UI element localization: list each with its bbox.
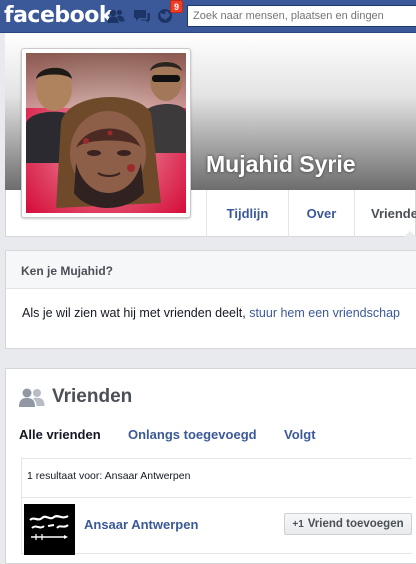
top-navigation-bar: facebook 9 [0, 0, 416, 33]
add-friend-label: Vriend toevoegen [307, 518, 404, 530]
profile-tabs: Tijdlijn Over Vrienden [206, 190, 416, 238]
add-friend-button[interactable]: +1 Vriend toevoegen [284, 513, 412, 535]
tab-onlangs-toegevoegd[interactable]: Onlangs toegevoegd [128, 427, 257, 442]
list-item: Ansaar Antwerpen +1 Vriend toevoegen [21, 497, 412, 555]
friend-requests-icon[interactable] [107, 8, 125, 24]
notification-count-badge: 9 [170, 0, 184, 13]
know-box-message: Als je wil zien wat hij met vrienden dee… [22, 306, 250, 320]
active-tab-indicator [403, 231, 416, 238]
profile-picture[interactable] [21, 48, 191, 218]
friends-section: Vrienden Alle vrienden Onlangs toegevoeg… [5, 368, 416, 564]
friends-title: Vrienden [52, 386, 133, 407]
search-input[interactable] [187, 5, 416, 27]
tab-vrienden[interactable]: Vrienden [354, 190, 416, 238]
send-friend-request-link[interactable]: stuur hem een vriendschap [249, 306, 400, 320]
profile-name: Mujahid Syrie [206, 151, 356, 177]
tab-alle-vrienden[interactable]: Alle vrienden [19, 427, 101, 442]
add-friend-icon: +1 [292, 519, 304, 530]
know-box-title: Ken je Mujahid? [6, 251, 416, 289]
tab-volgt[interactable]: Volgt [284, 427, 316, 442]
friend-name-link[interactable]: Ansaar Antwerpen [84, 517, 198, 532]
tab-over[interactable]: Over [288, 190, 354, 237]
know-box-text: Als je wil zien wat hij met vrienden dee… [6, 289, 416, 320]
friend-avatar[interactable] [24, 504, 75, 555]
tab-tijdlijn[interactable]: Tijdlijn [206, 190, 288, 237]
search-results-summary: 1 resultaat voor: Ansaar Antwerpen [21, 458, 412, 498]
friends-icon [19, 388, 45, 407]
messages-icon[interactable] [133, 8, 151, 24]
know-person-box: Ken je Mujahid? Als je wil zien wat hij … [5, 250, 416, 349]
tab-vrienden-label: Vrienden [371, 206, 416, 221]
facebook-logo[interactable]: facebook [4, 3, 114, 28]
black-flag-icon [24, 504, 75, 555]
profile-photo-image [26, 53, 186, 213]
